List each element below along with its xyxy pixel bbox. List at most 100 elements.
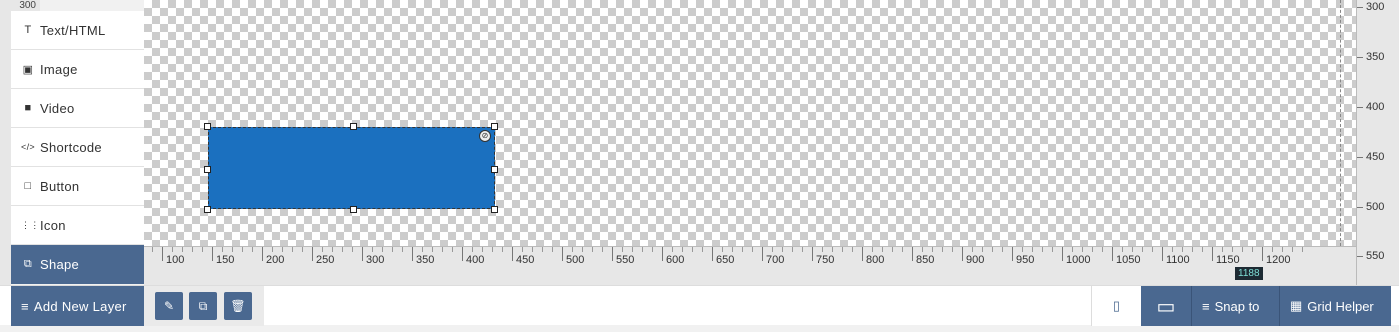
ruler-minor-tick xyxy=(1202,247,1203,252)
ruler-label: 700 xyxy=(766,254,785,266)
resize-handle-sw[interactable] xyxy=(204,206,211,213)
ruler-label: 950 xyxy=(1016,254,1035,266)
delete-button[interactable]: 🗑 xyxy=(224,292,252,320)
ruler-minor-tick xyxy=(942,247,943,252)
ruler-tick xyxy=(512,247,513,261)
ruler-minor-tick xyxy=(202,247,203,252)
ruler-label: 1150 xyxy=(1216,254,1240,266)
ruler-minor-tick xyxy=(292,247,293,252)
ruler-minor-tick xyxy=(632,247,633,252)
resize-handle-nw[interactable] xyxy=(204,123,211,130)
ruler-label: 250 xyxy=(316,254,335,266)
sidebar-item-image[interactable]: ▣ Image xyxy=(11,50,144,89)
ruler-minor-tick xyxy=(972,247,973,252)
ruler-minor-tick xyxy=(182,247,183,252)
sidebar-item-label: Button xyxy=(40,178,80,194)
ruler-minor-tick xyxy=(752,247,753,252)
grid-helper-button[interactable]: ▦ Grid Helper xyxy=(1279,286,1391,326)
ruler-minor-tick xyxy=(932,247,933,252)
ruler-label: 550 xyxy=(1366,250,1385,262)
ruler-minor-tick xyxy=(1252,247,1253,252)
ruler-tick xyxy=(1162,247,1163,261)
vertical-guide xyxy=(1340,0,1341,246)
desktop-view-button[interactable]: ▭ xyxy=(1141,286,1191,326)
ruler-minor-tick xyxy=(692,247,693,252)
video-icon: ■ xyxy=(24,102,32,114)
sidebar-item-shape[interactable]: ⧉ Shape xyxy=(11,245,144,284)
snap-to-button[interactable]: ≡ Snap to xyxy=(1191,286,1279,326)
ruler-minor-tick xyxy=(622,247,623,252)
ruler-tick xyxy=(462,247,463,261)
sidebar-item-button[interactable]: □ Button xyxy=(11,167,144,206)
resize-handle-e[interactable] xyxy=(491,166,498,173)
ruler-minor-tick xyxy=(1032,247,1033,252)
trash-icon: 🗑 xyxy=(230,299,246,313)
resize-handle-se[interactable] xyxy=(491,206,498,213)
bottom-toolbar: ≡ Add New Layer ✎ ⧉ 🗑 ▯ ▭ ≡ Snap to ▦ Gr… xyxy=(0,285,1399,326)
ruler-minor-tick xyxy=(882,247,883,252)
ruler-minor-tick xyxy=(1142,247,1143,252)
ruler-label: 100 xyxy=(166,254,185,266)
ruler-minor-tick xyxy=(782,247,783,252)
cursor-position-badge: 1188 xyxy=(1235,267,1263,280)
ruler-minor-tick xyxy=(1022,247,1023,252)
ruler-tick xyxy=(812,247,813,261)
ruler-tick xyxy=(1357,207,1363,208)
resize-handle-ne[interactable] xyxy=(491,123,498,130)
ruler-label: 900 xyxy=(966,254,985,266)
resize-handle-n[interactable] xyxy=(350,123,357,130)
ruler-minor-tick xyxy=(852,247,853,252)
database-icon: ≡ xyxy=(21,298,29,314)
ruler-minor-tick xyxy=(1272,247,1273,252)
sidebar-item-label: Image xyxy=(40,61,78,77)
ruler-minor-tick xyxy=(1182,247,1183,252)
resize-handle-w[interactable] xyxy=(204,166,211,173)
ruler-minor-tick xyxy=(772,247,773,252)
resize-handle-s[interactable] xyxy=(350,206,357,213)
duplicate-button[interactable]: ⧉ xyxy=(189,292,217,320)
ruler-minor-tick xyxy=(842,247,843,252)
add-new-layer-button[interactable]: ≡ Add New Layer xyxy=(11,286,144,326)
sidebar-item-shortcode[interactable]: </> Shortcode xyxy=(11,128,144,167)
ruler-label: 650 xyxy=(716,254,735,266)
ruler-label: 300 xyxy=(1366,1,1385,13)
ruler-tick xyxy=(362,247,363,261)
sidebar-item-text-html[interactable]: T Text/HTML xyxy=(11,11,144,50)
ruler-label: 400 xyxy=(466,254,485,266)
ruler-tick xyxy=(1357,157,1363,158)
ruler-minor-tick xyxy=(242,247,243,252)
ruler-minor-tick xyxy=(442,247,443,252)
ruler-minor-tick xyxy=(652,247,653,252)
mobile-view-button[interactable]: ▯ xyxy=(1091,286,1141,326)
sidebar-item-icon[interactable]: ⋮⋮ Icon xyxy=(11,206,144,245)
grid-helper-label: Grid Helper xyxy=(1307,298,1374,314)
rotate-icon[interactable]: ⊘ xyxy=(479,130,491,142)
ruler-tick xyxy=(662,247,663,261)
sidebar-item-video[interactable]: ■ Video xyxy=(11,89,144,128)
edit-button[interactable]: ✎ xyxy=(155,292,183,320)
ruler-label: 1200 xyxy=(1266,254,1291,266)
ruler-minor-tick xyxy=(832,247,833,252)
ruler-minor-tick xyxy=(452,247,453,252)
shape-layer[interactable] xyxy=(208,127,495,209)
ruler-tick xyxy=(1262,247,1263,261)
ruler-minor-tick xyxy=(222,247,223,252)
ruler-label: 550 xyxy=(616,254,635,266)
canvas[interactable] xyxy=(144,0,1356,246)
ruler-tick xyxy=(762,247,763,261)
desktop-icon: ▭ xyxy=(1156,295,1176,318)
grid-icon: ▦ xyxy=(1290,298,1303,313)
image-icon: ▣ xyxy=(22,63,34,76)
ruler-tick xyxy=(262,247,263,261)
ruler-label: 850 xyxy=(916,254,935,266)
ruler-minor-tick xyxy=(252,247,253,252)
ruler-tick xyxy=(912,247,913,261)
ruler-minor-tick xyxy=(572,247,573,252)
ruler-minor-tick xyxy=(732,247,733,252)
ruler-minor-tick xyxy=(792,247,793,252)
ruler-minor-tick xyxy=(1052,247,1053,252)
ruler-minor-tick xyxy=(552,247,553,252)
ruler-minor-tick xyxy=(1042,247,1043,252)
ruler-label: 350 xyxy=(416,254,435,266)
ruler-minor-tick xyxy=(232,247,233,252)
